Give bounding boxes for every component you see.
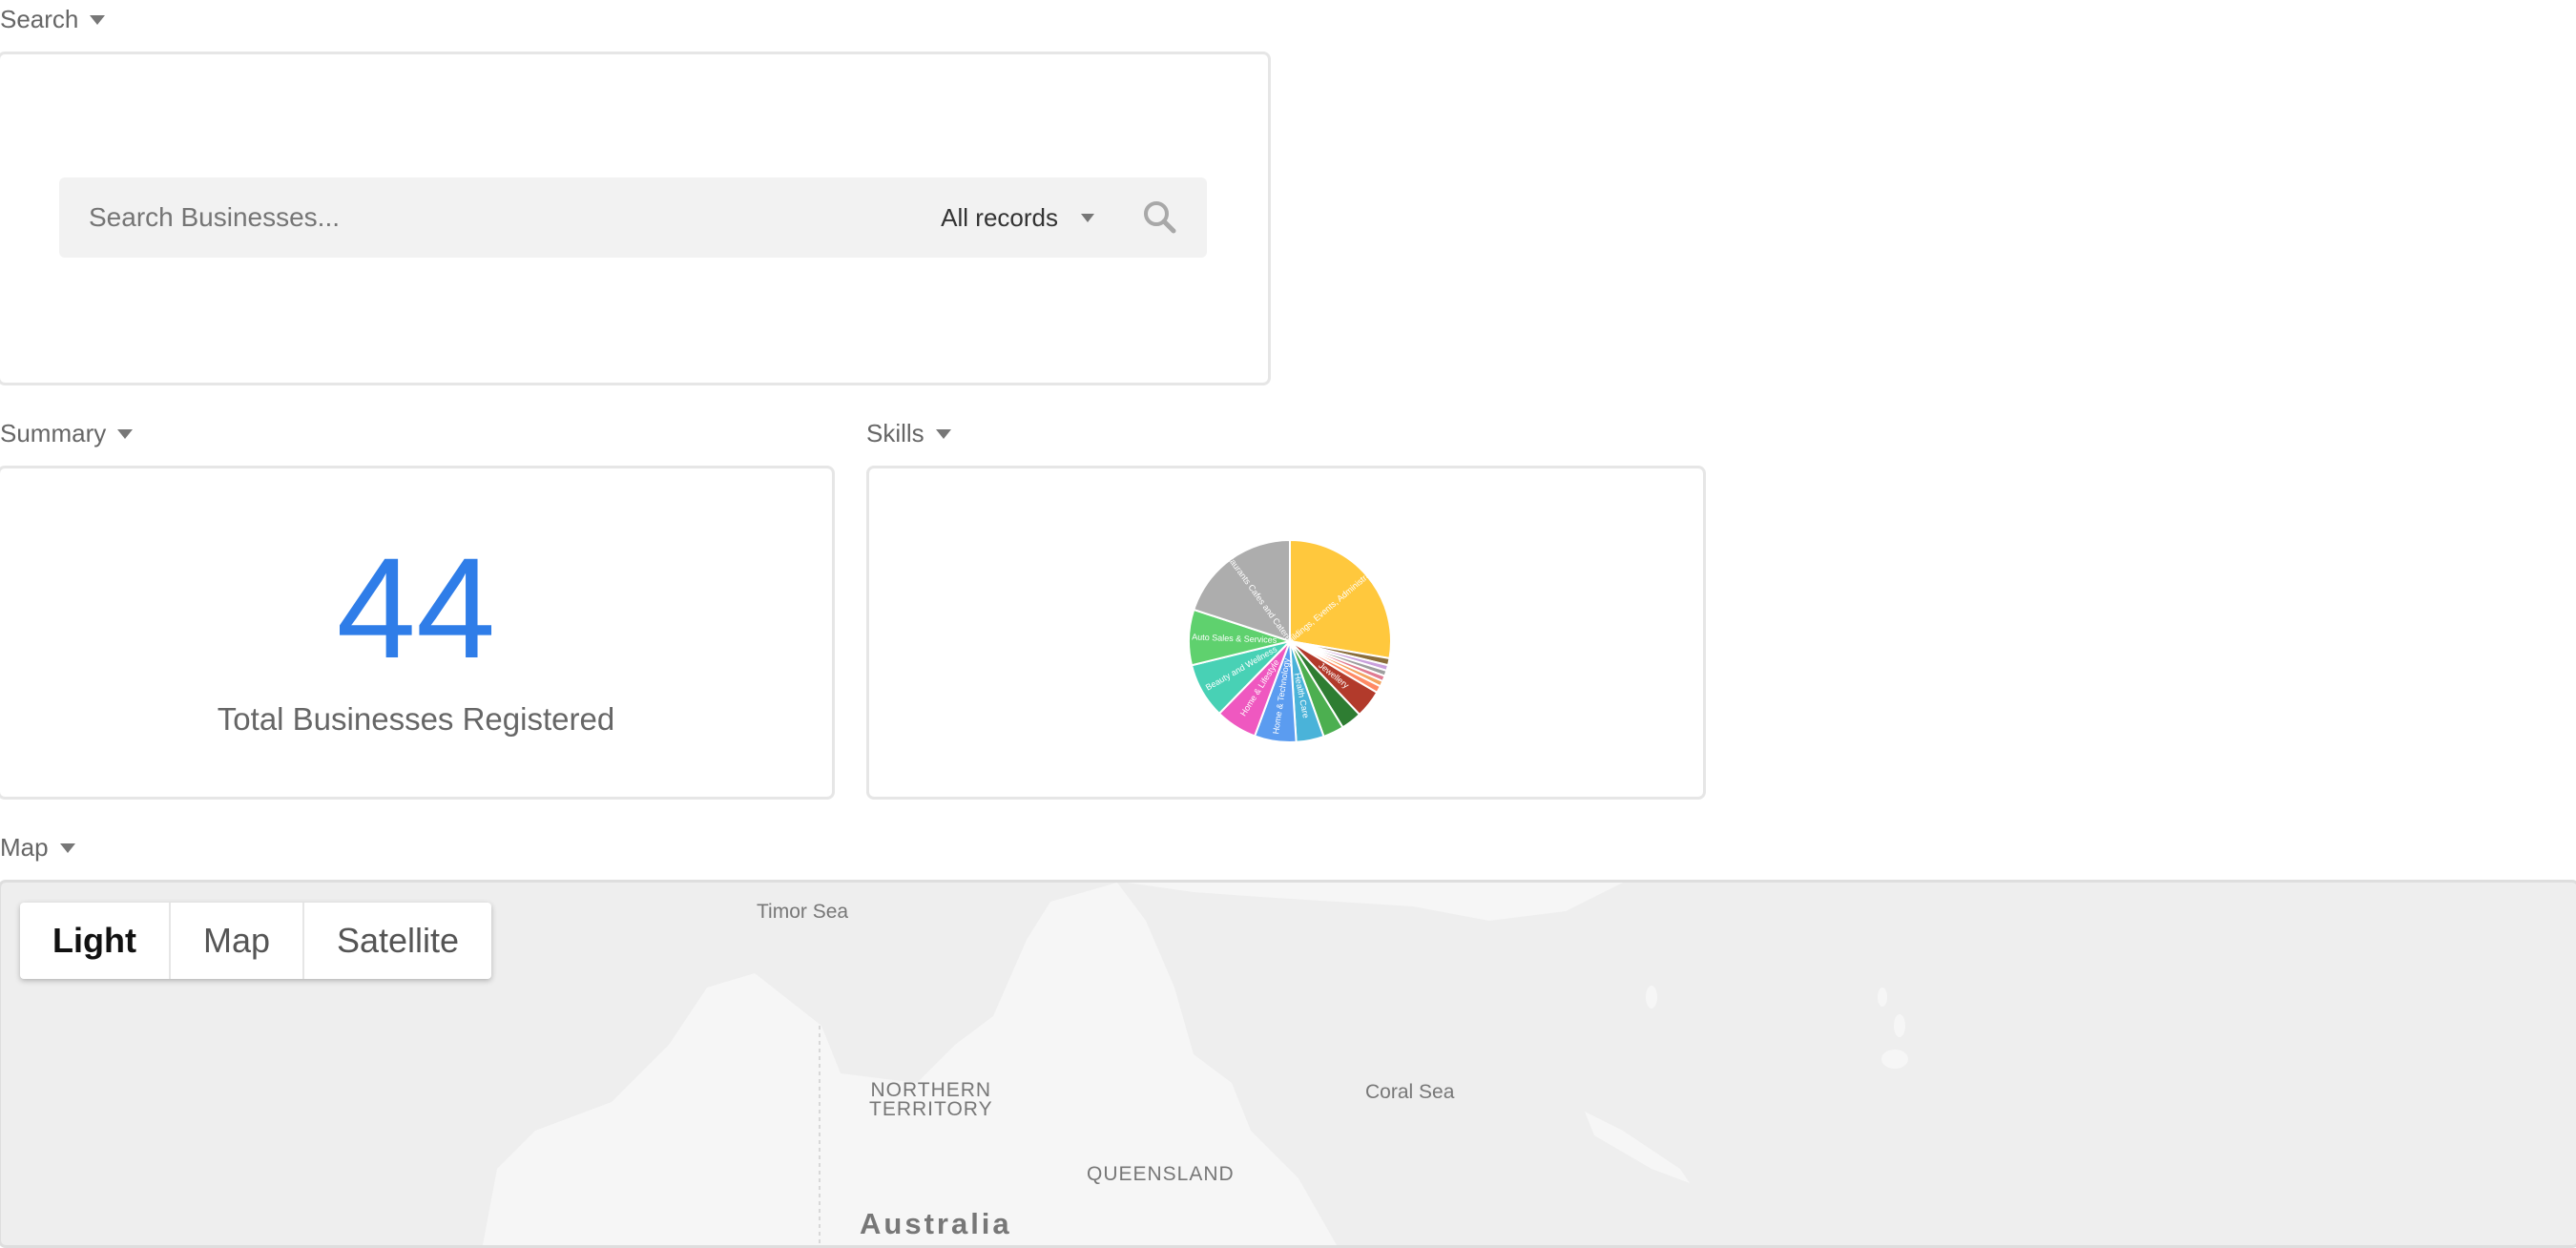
map-style-light-button[interactable]: Light [20,903,171,979]
map-label-northern-territory: NORTHERN TERRITORY [869,1079,993,1120]
summary-panel: 44 Total Businesses Registered [0,466,835,800]
map-style-toggle: Light Map Satellite [20,903,492,979]
skills-section-title: Skills [866,418,924,447]
map-label-coral-sea: Coral Sea [1365,1081,1455,1103]
search-input[interactable] [59,177,942,259]
search-bar: All records [59,177,1207,259]
map-style-map-button[interactable]: Map [171,903,304,979]
summary-section-title: Summary [0,418,107,447]
search-icon[interactable] [1138,196,1182,239]
summary-section-header[interactable]: Summary [0,414,134,452]
chevron-down-icon [59,843,75,853]
skills-section-header[interactable]: Skills [866,414,951,452]
map-label-nt-line1: NORTHERN [870,1079,992,1101]
scope-select[interactable]: All records [941,203,1094,233]
business-count: 44 [336,528,496,688]
chevron-down-icon [117,429,134,439]
skills-pie-chart: Buildings, Events, AdministrationJewelle… [1188,538,1392,743]
scope-select-value: All records [941,202,1058,232]
map-section-header[interactable]: Map [0,828,75,866]
skills-panel: Buildings, Events, Administration Jewelle… [866,466,1706,800]
map-label-timor-sea: Timor Sea [757,901,849,923]
chevron-down-icon [935,429,951,439]
search-section-header[interactable]: Search [0,0,106,38]
business-count-label: Total Businesses Registered [217,701,615,737]
search-section-title: Search [0,4,79,33]
map-label-australia: Australia [860,1207,1012,1240]
map-label-queensland: QUEENSLAND [1087,1163,1235,1185]
map-view[interactable]: Light Map Satellite Timor Sea NORTHERN T… [0,880,2576,1248]
map-style-satellite-button[interactable]: Satellite [304,903,491,979]
chevron-down-icon [1081,213,1094,222]
chevron-down-icon [90,15,106,25]
map-label-nt-line2: TERRITORY [869,1098,993,1120]
map-section-title: Map [0,832,49,862]
